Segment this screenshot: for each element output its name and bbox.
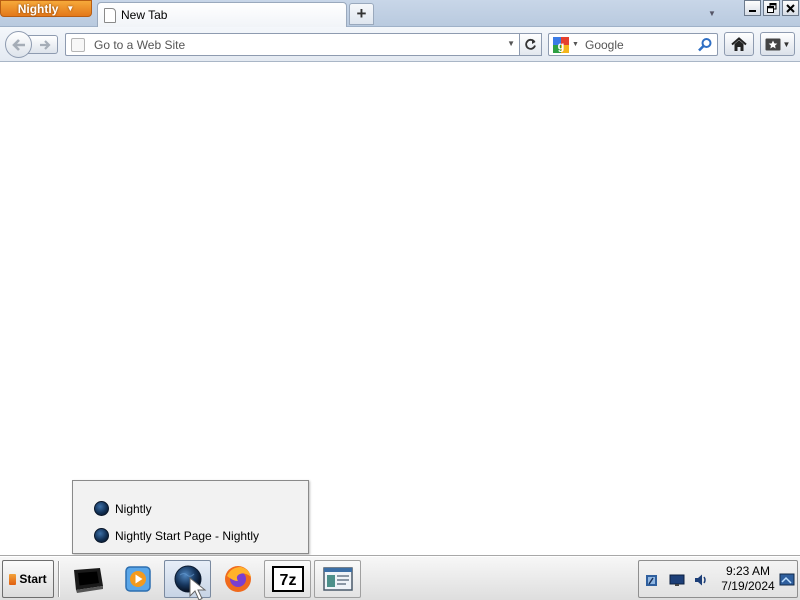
minimize-button[interactable] (744, 0, 761, 16)
page-icon (104, 7, 116, 23)
magnifier-icon[interactable] (697, 37, 713, 53)
taskbar-app-window[interactable] (314, 560, 361, 598)
app-menu-button[interactable]: Nightly ▼ (0, 0, 92, 17)
taskbar-app-firefox[interactable] (214, 560, 261, 598)
arrow-left-icon (11, 38, 25, 51)
url-history-dropdown[interactable]: ▼ (507, 39, 515, 48)
start-label: Start (19, 572, 47, 586)
taskbar-separator (58, 561, 60, 597)
app-menu-label: Nightly (17, 1, 59, 16)
start-flag-icon (9, 573, 17, 585)
taskbar-app-media-player[interactable] (114, 560, 161, 598)
window-controls (744, 0, 799, 16)
window-list-item-label: Nightly Start Page - Nightly (115, 528, 260, 543)
home-icon (731, 36, 747, 51)
taskbar-window-list: Nightly Nightly Start Page - Nightly (72, 480, 309, 554)
bookmark-star-icon (765, 38, 781, 51)
chevron-down-icon: ▼ (572, 41, 579, 48)
nightly-globe-icon (94, 528, 109, 543)
clock[interactable]: 9:23 AM 7/19/2024 (717, 564, 779, 594)
chevron-down-icon: ▼ (708, 8, 716, 18)
close-button[interactable] (782, 0, 799, 16)
terminal-icon (73, 568, 103, 593)
7zip-icon: 7z (271, 566, 304, 592)
reload-icon (525, 38, 536, 50)
list-all-tabs-button[interactable]: ▼ (704, 5, 720, 21)
back-forward-group (5, 31, 58, 58)
start-button[interactable]: Start (2, 560, 54, 598)
window-list-item-label: Nightly (115, 501, 152, 516)
system-tray: 9:23 AM 7/19/2024 (638, 560, 798, 598)
minimize-icon (749, 9, 756, 12)
taskbar-app-7zip[interactable]: 7z (264, 560, 311, 598)
firefox-icon (224, 566, 251, 592)
restore-button[interactable] (763, 0, 780, 16)
nightly-globe-icon (94, 501, 109, 516)
media-player-icon (124, 566, 151, 592)
search-engine-button[interactable]: g ▼ (549, 34, 583, 55)
back-button[interactable] (5, 31, 32, 58)
volume-icon[interactable] (693, 572, 709, 588)
google-icon: g (553, 36, 569, 53)
url-input[interactable] (90, 37, 490, 52)
restore-icon (766, 3, 776, 13)
tab-title: New Tab (121, 8, 168, 22)
show-desktop-icon[interactable] (779, 572, 795, 588)
taskbar: Start 7z 9:23 AM 7/19/2024 (0, 556, 800, 600)
close-icon (786, 3, 795, 13)
navigation-toolbar: ▼ g ▼ ▼ (0, 27, 800, 62)
reload-button[interactable] (520, 33, 542, 56)
taskbar-app-nightly[interactable] (164, 560, 211, 598)
clock-time: 9:23 AM (725, 564, 771, 578)
home-button[interactable] (724, 32, 754, 56)
tab-new-tab[interactable]: New Tab (97, 2, 347, 27)
svg-text:g: g (558, 40, 565, 52)
page-icon (71, 37, 85, 52)
bookmarks-menu-button[interactable]: ▼ (760, 32, 795, 56)
new-tab-button[interactable]: + (349, 3, 374, 25)
site-identity-button[interactable] (66, 34, 90, 55)
window-icon (322, 567, 353, 591)
arrow-right-icon (40, 39, 51, 50)
svg-text:7z: 7z (279, 572, 296, 589)
window-list-item[interactable]: Nightly (73, 495, 308, 522)
forward-button[interactable] (28, 35, 58, 54)
network-icon[interactable] (644, 572, 660, 588)
search-input[interactable] (583, 37, 693, 52)
screen: Nightly ▼ New Tab + ▼ Go to a Web Site ▼… (0, 0, 800, 600)
chevron-down-icon: ▼ (66, 4, 75, 13)
window-list-item[interactable]: Nightly Start Page - Nightly (73, 522, 308, 549)
plus-icon: + (356, 4, 367, 23)
clock-date: 7/19/2024 (721, 579, 775, 593)
search-bar[interactable]: g ▼ (548, 33, 718, 56)
display-icon[interactable] (669, 572, 685, 588)
nightly-globe-icon (174, 565, 201, 593)
taskbar-app-terminal[interactable] (64, 560, 111, 598)
chevron-down-icon: ▼ (782, 39, 791, 49)
tab-strip: Nightly ▼ New Tab + ▼ (0, 0, 800, 27)
url-bar[interactable]: ▼ (65, 33, 520, 56)
